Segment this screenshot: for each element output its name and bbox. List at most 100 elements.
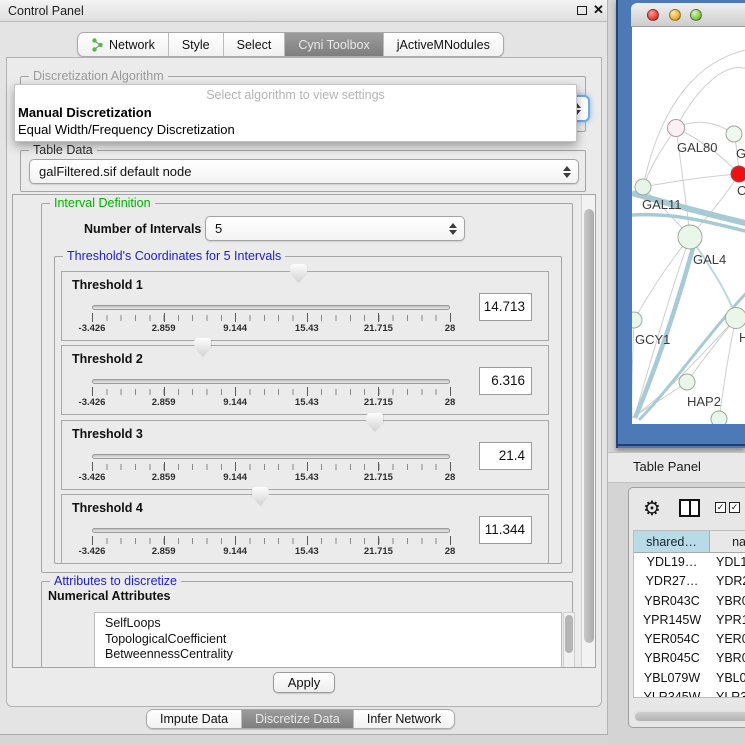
- table-horizontal-scrollbar[interactable]: [633, 710, 745, 722]
- major-tick: [378, 462, 379, 471]
- list-item[interactable]: SelfLoops: [105, 616, 561, 632]
- tab-jactivemnodules[interactable]: jActiveMNodules: [384, 33, 503, 56]
- tab-style[interactable]: Style: [169, 33, 224, 56]
- threshold-value-field[interactable]: 21.4: [479, 442, 532, 470]
- node-partial-bottom[interactable]: [711, 411, 727, 424]
- slider-track[interactable]: [92, 379, 450, 384]
- column-header-shared-name[interactable]: shared…: [634, 531, 710, 552]
- scrollbar-thumb[interactable]: [584, 209, 594, 643]
- major-tick: [450, 536, 451, 545]
- close-traffic-light-icon[interactable]: [647, 9, 659, 21]
- number-of-intervals-combo[interactable]: 5: [205, 216, 465, 241]
- zoom-traffic-light-icon[interactable]: [690, 9, 702, 21]
- node-gal80[interactable]: [668, 120, 685, 137]
- table-data-combo[interactable]: galFiltered.sif default node: [29, 159, 579, 184]
- number-of-intervals-value: 5: [215, 221, 222, 236]
- settings-vertical-scrollbar[interactable]: [581, 195, 595, 667]
- apply-button[interactable]: Apply: [273, 672, 335, 693]
- node-gcy1[interactable]: [632, 312, 642, 328]
- threshold-4-box: Threshold 4-3.4262.8599.14415.4321.71528…: [61, 494, 549, 564]
- tab-select[interactable]: Select: [224, 33, 286, 56]
- slider-thumb[interactable]: [252, 487, 269, 506]
- cell-name[interactable]: YPR1: [710, 611, 745, 630]
- threshold-value-field[interactable]: 6.316: [479, 367, 532, 395]
- cell-shared-name[interactable]: YDR27…: [634, 572, 710, 591]
- table-row[interactable]: YBR043CYBR0: [634, 592, 745, 611]
- tick-label: -3.426: [79, 472, 106, 483]
- list-item[interactable]: TopologicalCoefficient: [105, 632, 561, 648]
- table-row[interactable]: YBL079WYBL0: [634, 669, 745, 688]
- cell-name[interactable]: YBL0: [710, 669, 745, 688]
- cell-shared-name[interactable]: YLR345W: [634, 688, 710, 698]
- threshold-value-field[interactable]: 14.713: [479, 293, 532, 321]
- cell-name[interactable]: YER0: [710, 630, 745, 649]
- scrollbar-thumb[interactable]: [635, 712, 745, 721]
- slider-thumb[interactable]: [290, 264, 307, 283]
- table-row[interactable]: YDR27…YDR2: [634, 572, 745, 591]
- cell-shared-name[interactable]: YER054C: [634, 630, 710, 649]
- node-hap2[interactable]: [679, 374, 695, 390]
- node-red-highlight[interactable]: [731, 166, 745, 182]
- slider-tick-ruler: [92, 315, 451, 321]
- tick-label: 15.43: [295, 323, 319, 334]
- network-canvas[interactable]: GAL80 G. C GAL11 GAL4 GCY1 H HAP2: [632, 27, 745, 424]
- node-attribute-table[interactable]: shared… na YDL19…YDL1 YDR27…YDR2 YBR043C…: [633, 530, 745, 698]
- tick-label: -3.426: [79, 323, 106, 334]
- gear-icon[interactable]: ⚙: [643, 496, 661, 521]
- slider-thumb[interactable]: [366, 413, 383, 432]
- tab-cyni-toolbox[interactable]: Cyni Toolbox: [285, 33, 383, 56]
- checkbox-icon[interactable]: ✓: [715, 502, 726, 513]
- attributes-group: Attributes to discretize Numerical Attri…: [41, 581, 573, 668]
- tab-impute-data[interactable]: Impute Data: [147, 710, 242, 728]
- tab-impute-data-label: Impute Data: [160, 712, 228, 726]
- cell-name[interactable]: YBR0: [710, 592, 745, 611]
- minimize-traffic-light-icon[interactable]: [669, 9, 681, 21]
- columns-icon[interactable]: [679, 499, 700, 517]
- numerical-attributes-list[interactable]: SelfLoops TopologicalCoefficient Between…: [94, 612, 562, 668]
- slider-track[interactable]: [92, 454, 450, 459]
- algorithm-option-equal-width[interactable]: Equal Width/Frequency Discretization: [18, 122, 235, 137]
- cell-shared-name[interactable]: YBL079W: [634, 669, 710, 688]
- slider-tick-ruler: [92, 389, 451, 395]
- cell-shared-name[interactable]: YBR043C: [634, 592, 710, 611]
- slider-track[interactable]: [92, 528, 450, 533]
- cell-name[interactable]: YDL1: [710, 553, 745, 572]
- cell-shared-name[interactable]: YDL19…: [634, 553, 710, 572]
- algorithm-option-manual[interactable]: Manual Discretization: [18, 105, 152, 120]
- cell-name[interactable]: YDR2: [710, 572, 745, 591]
- table-row[interactable]: YLR345WYLR3: [634, 688, 745, 698]
- node-g[interactable]: [726, 126, 742, 142]
- threshold-3-box: Threshold 3-3.4262.8599.14415.4321.71528…: [61, 420, 549, 490]
- tab-network-label: Network: [109, 38, 155, 52]
- list-item[interactable]: BetweennessCentrality: [105, 647, 561, 663]
- slider-thumb[interactable]: [194, 338, 211, 357]
- tick-label: 15.43: [295, 546, 319, 557]
- slider-track[interactable]: [92, 305, 450, 310]
- tab-network[interactable]: Network: [78, 33, 169, 56]
- tab-infer-network[interactable]: Infer Network: [354, 710, 454, 728]
- tab-discretize-data[interactable]: Discretize Data: [242, 710, 354, 728]
- scrollbar-thumb[interactable]: [565, 615, 573, 653]
- major-tick: [164, 387, 165, 396]
- table-row[interactable]: YER054CYER0: [634, 630, 745, 649]
- cell-shared-name[interactable]: YPR145W: [634, 611, 710, 630]
- column-header-name[interactable]: na: [710, 531, 745, 552]
- threshold-value-field[interactable]: 11.344: [479, 516, 532, 544]
- checkbox-icon[interactable]: ✓: [729, 502, 740, 513]
- cell-shared-name[interactable]: YBR045C: [634, 649, 710, 668]
- node-h[interactable]: [726, 308, 745, 329]
- tick-label: -3.426: [79, 397, 106, 408]
- tick-label: 2.859: [152, 397, 176, 408]
- cell-name[interactable]: YBR0: [710, 649, 745, 668]
- node-gal4[interactable]: [678, 225, 702, 249]
- attributes-list-scrollbar[interactable]: [563, 612, 575, 668]
- float-window-icon[interactable]: [577, 6, 587, 15]
- node-gal11[interactable]: [635, 179, 651, 195]
- close-icon[interactable]: ✕: [593, 2, 604, 18]
- node-label-gal11: GAL11: [642, 197, 682, 212]
- table-row[interactable]: YPR145WYPR1: [634, 611, 745, 630]
- tab-infer-network-label: Infer Network: [367, 712, 441, 726]
- table-row[interactable]: YBR045CYBR0: [634, 649, 745, 668]
- table-row[interactable]: YDL19…YDL1: [634, 553, 745, 572]
- cell-name[interactable]: YLR3: [710, 688, 745, 698]
